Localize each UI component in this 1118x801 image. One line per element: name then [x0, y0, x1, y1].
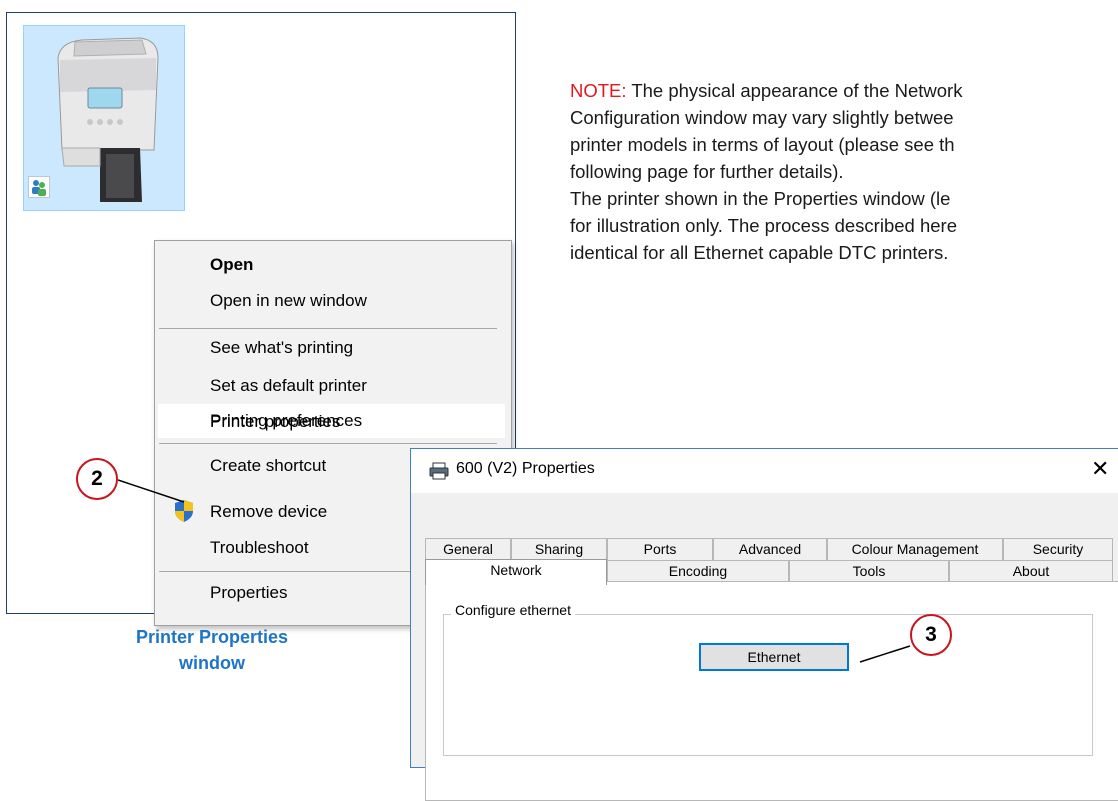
tab-ports[interactable]: Ports	[607, 538, 713, 560]
printer-title-icon	[429, 462, 449, 480]
window-title: 600 (V2) Properties	[456, 460, 595, 477]
menu-item-properties[interactable]: Properties	[210, 582, 287, 604]
printer-properties-window: 600 (V2) Properties ✕ General Sharing Po…	[410, 448, 1118, 801]
title-bar: 600 (V2) Properties ✕	[411, 449, 1118, 493]
printer-icon	[57, 37, 159, 202]
caption-line-1: Printer Properties	[135, 627, 289, 647]
tab-encoding[interactable]: Encoding	[607, 560, 789, 582]
tab-network[interactable]: Network	[425, 559, 607, 585]
tab-tools[interactable]: Tools	[789, 560, 949, 582]
step-2-callout: 2	[76, 458, 118, 500]
menu-item-remove-device[interactable]: Remove device	[210, 501, 327, 523]
note-line-7: identical for all Ethernet capable DTC p…	[570, 242, 949, 263]
note-prefix: NOTE:	[570, 80, 627, 101]
tab-sharing[interactable]: Sharing	[511, 538, 607, 560]
note-line-2: Configuration window may vary slightly b…	[570, 107, 954, 128]
note-line-6: for illustration only. The process descr…	[570, 215, 957, 236]
tab-general[interactable]: General	[425, 538, 511, 560]
menu-item-open-new-window[interactable]: Open in new window	[210, 290, 367, 312]
callout-leader-line	[859, 645, 911, 663]
configure-ethernet-group	[443, 614, 1093, 756]
menu-item-troubleshoot[interactable]: Troubleshoot	[210, 537, 309, 559]
note-line-4: following page for further details).	[570, 161, 844, 182]
menu-separator	[159, 443, 497, 444]
caption-line-2: window	[179, 653, 245, 673]
menu-item-set-default[interactable]: Set as default printer	[210, 375, 367, 397]
menu-item-create-shortcut[interactable]: Create shortcut	[210, 455, 326, 477]
menu-item-open[interactable]: Open	[210, 254, 253, 276]
close-icon[interactable]: ✕	[1091, 456, 1109, 482]
shared-users-icon	[28, 176, 50, 198]
menu-separator	[159, 328, 497, 329]
note-line-1: The physical appearance of the Network	[626, 80, 963, 101]
tab-advanced[interactable]: Advanced	[713, 538, 827, 560]
tab-about[interactable]: About	[949, 560, 1113, 582]
tab-colour-management[interactable]: Colour Management	[827, 538, 1003, 560]
note-text: NOTE: The physical appearance of the Net…	[570, 77, 1118, 266]
step-3-callout: 3	[910, 614, 952, 656]
tab-security[interactable]: Security	[1003, 538, 1113, 560]
figure-caption: Printer Properties window	[112, 624, 312, 676]
group-label: Configure ethernet	[451, 602, 575, 618]
note-line-5: The printer shown in the Properties wind…	[570, 188, 951, 209]
printer-device-tile[interactable]	[23, 25, 185, 211]
ethernet-button[interactable]: Ethernet	[699, 643, 849, 671]
callout-leader-line	[118, 479, 185, 503]
menu-item-see-printing[interactable]: See what's printing	[210, 337, 353, 359]
menu-item-printer-properties[interactable]: Printer properties	[210, 411, 340, 433]
note-line-3: printer models in terms of layout (pleas…	[570, 134, 955, 155]
